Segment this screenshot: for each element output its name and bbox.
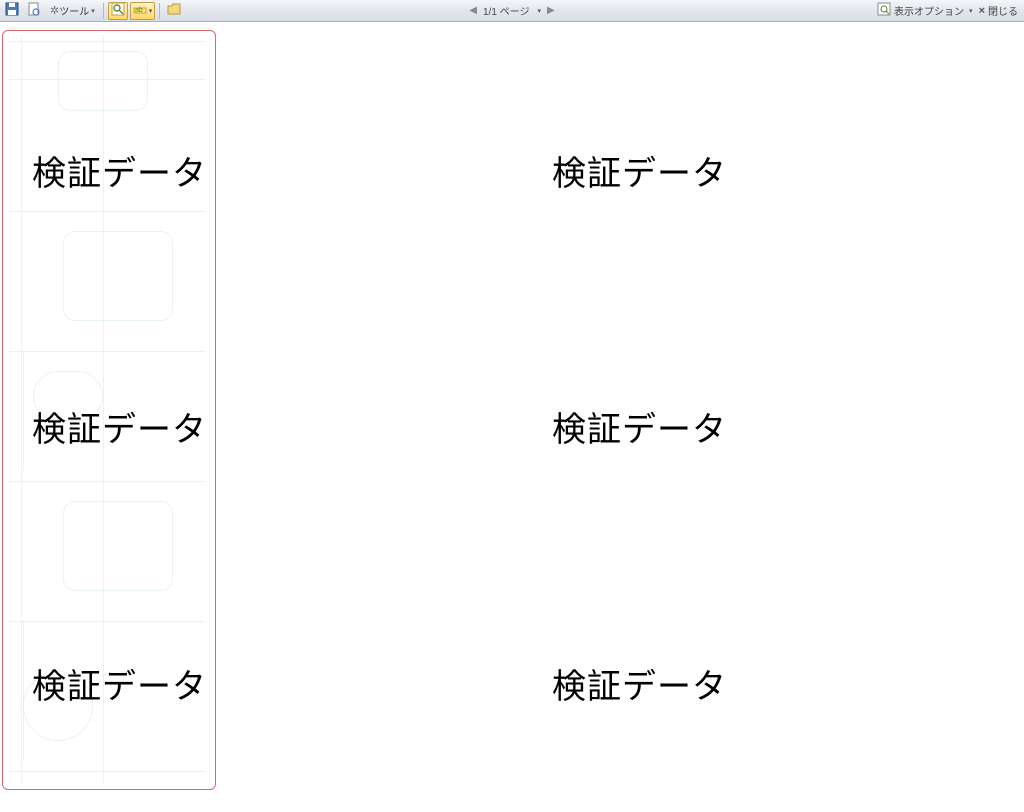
zoom-button[interactable] [108,2,128,20]
toolbar: ✲ ツール ▾ ab ▾ ◀ 1/1 ページ ▾ ▶ [0,0,1024,22]
next-page-button[interactable]: ▶ [547,5,555,16]
label-cell-text: 検証データ [512,659,1024,708]
toolbar-separator [103,3,104,19]
close-icon: × [979,5,985,17]
display-options-menu[interactable]: 表示オプション ▾ [877,2,973,19]
label-cell[interactable]: 検証データ [0,146,512,195]
toolbar-left-group: ✲ ツール ▾ ab ▾ [0,2,184,20]
page-preview-icon [27,2,41,19]
save-button[interactable] [2,2,22,20]
save-icon [5,2,19,19]
toolbar-right-group: 表示オプション ▾ × 閉じる [877,2,1024,19]
label-cell-text: 検証データ [0,659,512,708]
chevron-down-icon: ▾ [149,7,153,15]
highlight-button[interactable]: ab ▾ [130,2,156,20]
open-folder-button[interactable] [164,2,184,20]
display-options-label: 表示オプション [894,3,964,18]
page-preview-button[interactable] [24,2,44,20]
page-navigator: ◀ 1/1 ページ ▾ ▶ [469,3,554,18]
page-indicator-label: 1/1 ページ [483,3,529,18]
svg-text:ab: ab [135,7,143,14]
display-options-icon [877,2,891,19]
close-preview-button[interactable]: × 閉じる [979,3,1018,18]
label-cell-text: 検証データ [512,146,1024,195]
tools-label: ツール [59,3,89,18]
tools-icon: ✲ [50,4,59,17]
label-cell[interactable]: 検証データ [512,659,1024,708]
tools-menu[interactable]: ✲ ツール ▾ [46,2,99,20]
label-cell-text: 検証データ [0,402,512,451]
highlight-icon: ab [133,2,147,19]
open-folder-icon [167,2,181,19]
label-cell[interactable]: 検証データ [512,402,1024,451]
chevron-down-icon: ▾ [969,7,973,15]
label-cell-text: 検証データ [0,146,512,195]
prev-page-button[interactable]: ◀ [469,5,477,16]
label-cell[interactable]: 検証データ [0,659,512,708]
label-grid: 検証データ 検証データ 検証データ 検証データ 検証データ 検証データ [0,42,1024,812]
chevron-down-icon[interactable]: ▾ [537,7,541,15]
toolbar-separator [159,3,160,19]
close-label: 閉じる [988,3,1018,18]
label-cell[interactable]: 検証データ [512,146,1024,195]
label-cell-text: 検証データ [512,402,1024,451]
print-preview-page: 検証データ 検証データ 検証データ 検証データ 検証データ 検証データ [0,22,1024,796]
label-cell[interactable]: 検証データ [0,402,512,451]
zoom-icon [111,2,125,19]
chevron-down-icon: ▾ [91,7,95,15]
